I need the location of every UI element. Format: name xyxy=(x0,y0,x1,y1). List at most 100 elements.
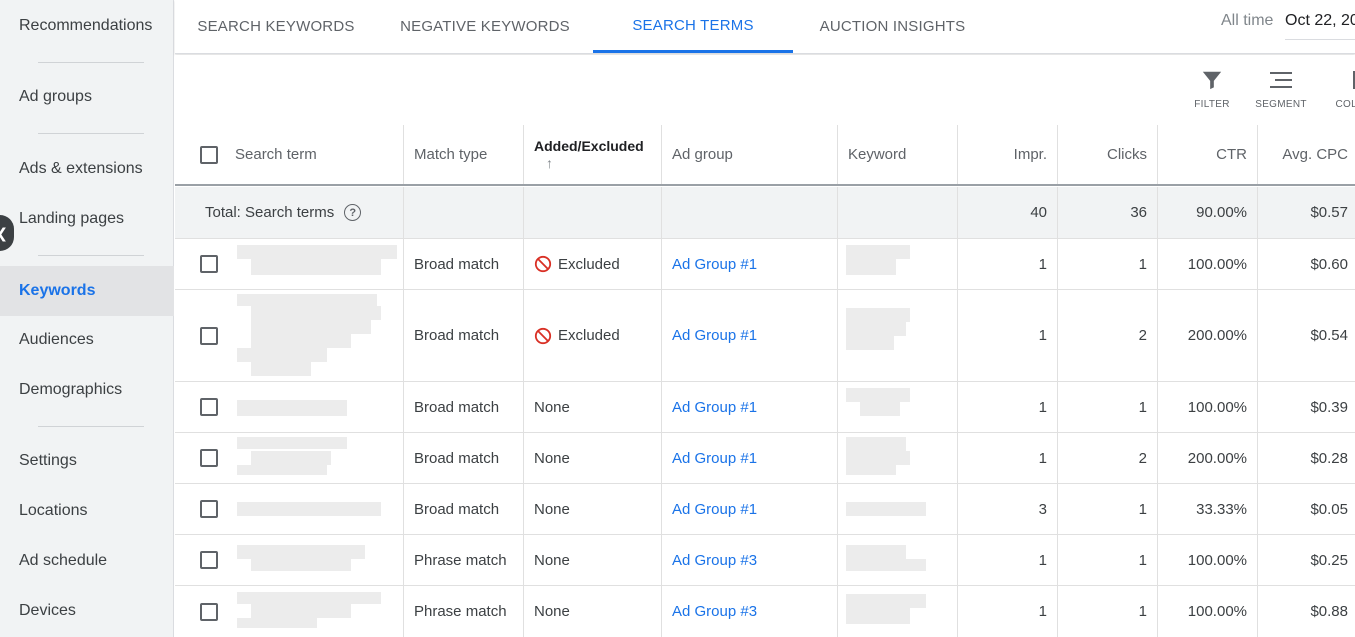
sidebar-item-settings[interactable]: Settings xyxy=(0,437,174,485)
header-label: Clicks xyxy=(1107,146,1147,163)
redacted-keyword xyxy=(838,586,948,637)
sidebar-item-landing-pages[interactable]: Landing pages xyxy=(0,195,174,243)
row-checkbox[interactable] xyxy=(200,500,218,518)
row-checkbox[interactable] xyxy=(200,398,218,416)
sidebar-item-keywords[interactable]: Keywords xyxy=(0,266,174,316)
row-checkbox[interactable] xyxy=(200,449,218,467)
redacted-search-term xyxy=(225,290,403,381)
ctr-value: 200.00% xyxy=(1187,327,1247,344)
tab-negative-keywords[interactable]: NEGATIVE KEYWORDS xyxy=(385,0,585,53)
header-impr[interactable]: Impr. xyxy=(958,125,1058,184)
ad-group-cell: Ad Group #1 xyxy=(662,484,838,534)
redacted-block xyxy=(846,559,926,571)
header-added-excluded[interactable]: Added/Excluded ↑ xyxy=(524,125,662,184)
impr-value: 3 xyxy=(1038,500,1047,518)
table-row: Phrase match None Ad Group #3 1 1 100.00… xyxy=(175,535,1355,586)
row-checkbox[interactable] xyxy=(200,602,218,621)
redacted-block xyxy=(237,502,381,516)
redacted-block xyxy=(846,451,910,465)
help-icon[interactable]: ? xyxy=(344,204,362,221)
row-checkbox[interactable] xyxy=(200,326,218,345)
total-cell xyxy=(404,187,524,238)
clicks-cell: 1 xyxy=(1058,382,1158,432)
header-ad-group[interactable]: Ad group xyxy=(662,125,838,184)
redacted-block xyxy=(237,618,317,628)
tab-label: NEGATIVE KEYWORDS xyxy=(400,18,570,35)
match-type-cell: Broad match xyxy=(404,433,524,483)
total-impr: 40 xyxy=(958,187,1058,238)
ad-group-link[interactable]: Ad Group #1 xyxy=(672,327,757,344)
clicks-value: 1 xyxy=(1138,255,1147,273)
row-checkbox[interactable] xyxy=(200,551,218,569)
sidebar-divider xyxy=(38,255,144,256)
avg-cpc-cell: $0.88 xyxy=(1258,586,1355,637)
redacted-block xyxy=(237,400,347,416)
keyword-cell xyxy=(838,433,958,483)
ctr-value: 33.33% xyxy=(1196,500,1247,518)
row-checkbox[interactable] xyxy=(200,255,218,273)
tab-search-terms[interactable]: SEARCH TERMS xyxy=(593,0,793,53)
filter-label: FILTER xyxy=(1194,99,1230,110)
sidebar-item-ads-extensions[interactable]: Ads & extensions xyxy=(0,145,174,193)
added-excluded-cell[interactable]: Excluded xyxy=(524,239,662,289)
ad-group-cell: Ad Group #1 xyxy=(662,290,838,381)
keyword-cell xyxy=(838,535,958,585)
sidebar-item-ad-schedule[interactable]: Ad schedule xyxy=(0,537,174,585)
status-label: None xyxy=(534,603,570,620)
avg-cpc-cell: $0.54 xyxy=(1258,290,1355,381)
tab-search-keywords[interactable]: SEARCH KEYWORDS xyxy=(175,0,377,53)
date-range-picker[interactable]: Oct 22, 20 xyxy=(1285,12,1355,40)
columns-label: COLU xyxy=(1335,99,1355,110)
added-excluded-cell[interactable]: None xyxy=(524,433,662,483)
segment-button[interactable]: SEGMENT xyxy=(1251,69,1311,110)
sort-ascending-icon: ↑ xyxy=(546,155,553,171)
sidebar-item-demographics[interactable]: Demographics xyxy=(0,366,174,414)
ad-group-link[interactable]: Ad Group #1 xyxy=(672,256,757,273)
filter-button[interactable]: FILTER xyxy=(1182,69,1242,110)
added-excluded-cell[interactable]: None xyxy=(524,586,662,637)
redacted-block xyxy=(237,465,327,475)
sidebar-item-label: Landing pages xyxy=(19,210,124,227)
status-label: None xyxy=(534,449,570,467)
header-avg-cpc[interactable]: Avg. CPC xyxy=(1258,125,1355,184)
redacted-block xyxy=(251,362,311,376)
ad-group-link[interactable]: Ad Group #3 xyxy=(672,552,757,569)
added-excluded-cell[interactable]: None xyxy=(524,484,662,534)
ctr-cell: 100.00% xyxy=(1158,239,1258,289)
keyword-cell xyxy=(838,484,958,534)
clicks-value: 2 xyxy=(1138,449,1147,467)
header-keyword[interactable]: Keyword xyxy=(838,125,958,184)
header-search-term[interactable]: Search term xyxy=(175,125,404,184)
header-clicks[interactable]: Clicks xyxy=(1058,125,1158,184)
ad-group-link[interactable]: Ad Group #3 xyxy=(672,603,757,620)
match-type-value: Broad match xyxy=(414,327,500,344)
select-all-checkbox[interactable] xyxy=(200,145,218,164)
sidebar-item-audiences[interactable]: Audiences xyxy=(0,316,174,364)
match-type-cell: Broad match xyxy=(404,239,524,289)
header-match-type[interactable]: Match type xyxy=(404,125,524,184)
chevron-left-icon: ❮ xyxy=(0,225,8,242)
total-clicks-value: 36 xyxy=(1130,204,1147,221)
sidebar-item-ad-groups[interactable]: Ad groups xyxy=(0,73,174,121)
header-ctr[interactable]: CTR xyxy=(1158,125,1258,184)
added-excluded-cell[interactable]: None xyxy=(524,535,662,585)
tab-auction-insights[interactable]: AUCTION INSIGHTS xyxy=(805,0,980,53)
sidebar-item-locations[interactable]: Locations xyxy=(0,487,174,535)
added-excluded-cell[interactable]: Excluded xyxy=(524,290,662,381)
table-toolbar: FILTER SEGMENT COLU xyxy=(175,55,1355,125)
ad-group-link[interactable]: Ad Group #1 xyxy=(672,501,757,518)
redacted-block xyxy=(237,294,377,306)
ad-group-link[interactable]: Ad Group #1 xyxy=(672,399,757,416)
keyword-cell xyxy=(838,382,958,432)
columns-button[interactable]: COLU xyxy=(1320,69,1355,110)
ad-group-link[interactable]: Ad Group #1 xyxy=(672,450,757,467)
ctr-value: 100.00% xyxy=(1187,551,1247,569)
impr-value: 1 xyxy=(1038,449,1047,467)
impr-cell: 1 xyxy=(958,535,1058,585)
ctr-value: 100.00% xyxy=(1187,603,1247,620)
sidebar-item-devices[interactable]: Devices xyxy=(0,587,174,635)
status-label: None xyxy=(534,500,570,518)
sidebar-item-recommendations[interactable]: Recommendations xyxy=(0,2,174,50)
added-excluded-cell[interactable]: None xyxy=(524,382,662,432)
redacted-block xyxy=(846,322,906,336)
